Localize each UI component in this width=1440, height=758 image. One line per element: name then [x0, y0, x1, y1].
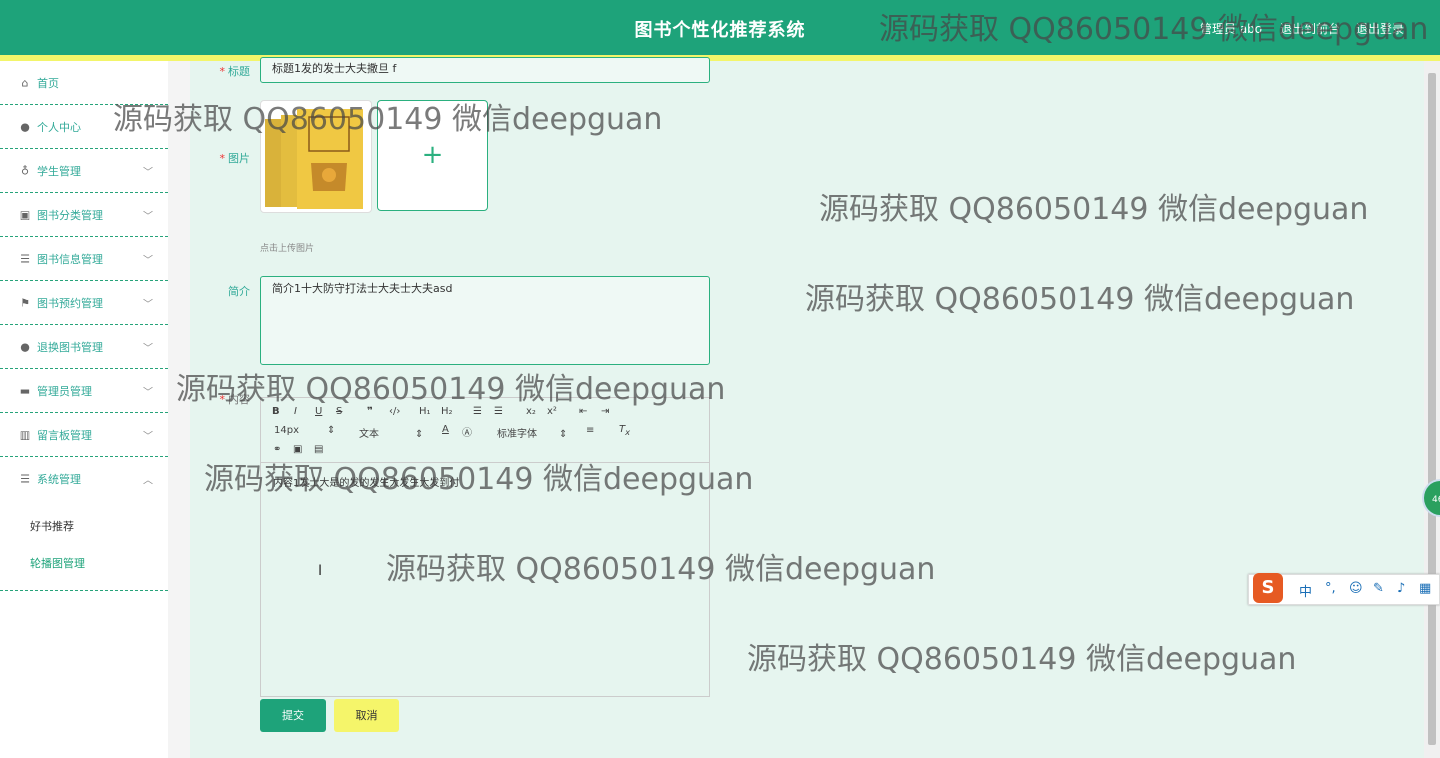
background-color-icon[interactable]: Ⓐ: [462, 424, 472, 439]
rich-text-editor[interactable]: B I U S ❞ ‹/› H₁ H₂ ☰ ☰ x₂ x² ⇤ ⇥ 14px ⇕ …: [260, 397, 710, 697]
font-size-select[interactable]: 14px ⇕: [274, 425, 335, 436]
submit-button[interactable]: 提交: [260, 699, 326, 732]
sidebar-item-book-return[interactable]: ● 退换图书管理 ﹀: [0, 325, 168, 369]
text-type-select[interactable]: 文本 ⇕: [359, 425, 423, 440]
system-submenu: 好书推荐 轮播图管理: [0, 500, 168, 591]
sidebar-item-label: 图书分类管理: [37, 208, 103, 222]
bullet-list-icon[interactable]: ☰: [494, 406, 503, 417]
plus-icon: +: [421, 140, 444, 170]
scrollbar-thumb[interactable]: [1428, 73, 1436, 745]
sidebar-item-admins[interactable]: ▬ 管理员管理 ﹀: [0, 369, 168, 413]
intro-textarea[interactable]: 简介1十大防守打法士大夫士大夫asd: [260, 276, 710, 365]
cancel-button[interactable]: 取消: [334, 699, 399, 732]
quote-icon[interactable]: ❞: [367, 406, 373, 417]
chevron-down-icon: ﹀: [143, 387, 153, 398]
current-user: 管理员 abo: [1200, 22, 1263, 36]
code-icon[interactable]: ‹/›: [389, 406, 400, 417]
sidebar-item-label: 管理员管理: [37, 384, 92, 398]
sidebar: ⌂ 首页 ● 个人中心 ♁ 学生管理 ﹀ ▣ 图书分类管理 ﹀ ☰ 图书信息管理…: [0, 61, 168, 758]
ordered-list-icon[interactable]: ☰: [473, 406, 482, 417]
sidebar-item-label: 图书预约管理: [37, 296, 103, 310]
sidebar-item-label: 留言板管理: [37, 428, 92, 442]
content-label: * 内容: [219, 393, 251, 406]
flag-icon: ⚑: [20, 296, 30, 309]
clear-format-icon[interactable]: Tx: [619, 424, 630, 437]
image-icon[interactable]: ▣: [293, 444, 302, 455]
indent-icon[interactable]: ⇥: [601, 406, 609, 417]
list-icon: ☰: [20, 252, 30, 265]
monitor-icon: ▬: [19, 384, 31, 397]
book-cover-image: [265, 109, 363, 209]
font-color-icon[interactable]: A: [442, 424, 449, 435]
text-cursor-icon: I: [318, 563, 323, 579]
editor-toolbar: B I U S ❞ ‹/› H₁ H₂ ☰ ☰ x₂ x² ⇤ ⇥ 14px ⇕ …: [261, 398, 709, 463]
top-header: 图书个性化推荐系统 管理员 abo 退出到前台 退出登录: [0, 0, 1440, 61]
microphone-icon[interactable]: ♪: [1397, 581, 1405, 596]
sidebar-item-home[interactable]: ⌂ 首页: [0, 61, 168, 105]
book-cover-thumbnail[interactable]: [260, 100, 372, 213]
italic-icon[interactable]: I: [294, 406, 297, 417]
sidebar-item-book-reservation[interactable]: ⚑ 图书预约管理 ﹀: [0, 281, 168, 325]
ime-toolbar[interactable]: S 中 °, ☺ ✎ ♪ ▦: [1248, 573, 1440, 605]
title-label: * 标题: [219, 65, 251, 78]
menu-icon: ☰: [20, 472, 30, 485]
mic-icon: ♁: [20, 164, 30, 177]
bold-icon[interactable]: B: [272, 406, 280, 417]
emoji-icon[interactable]: ☺: [1349, 581, 1363, 596]
sidebar-item-book-category[interactable]: ▣ 图书分类管理 ﹀: [0, 193, 168, 237]
sidebar-item-profile[interactable]: ● 个人中心: [0, 105, 168, 149]
home-icon: ⌂: [21, 76, 29, 89]
heading2-icon[interactable]: H₂: [441, 406, 453, 417]
chevron-down-icon: ﹀: [143, 343, 153, 354]
outdent-icon[interactable]: ⇤: [579, 406, 587, 417]
sidebar-item-messages[interactable]: ▥ 留言板管理 ﹀: [0, 413, 168, 457]
chevron-up-icon: ︿: [143, 475, 153, 486]
heading1-icon[interactable]: H₁: [419, 406, 431, 417]
sidebar-item-system[interactable]: ☰ 系统管理 ︿: [0, 457, 168, 500]
strike-icon[interactable]: S: [336, 406, 342, 417]
sidebar-item-book-info[interactable]: ☰ 图书信息管理 ﹀: [0, 237, 168, 281]
subscript-icon[interactable]: x₂: [526, 406, 536, 417]
page-scrollbar[interactable]: [1424, 61, 1440, 758]
chevron-down-icon: ﹀: [143, 299, 153, 310]
underline-icon[interactable]: U: [315, 406, 322, 417]
image-upload-button[interactable]: +: [377, 100, 488, 211]
sidebar-item-label: 个人中心: [37, 120, 81, 134]
pen-icon[interactable]: ✎: [1373, 581, 1384, 596]
grid-menu-icon[interactable]: ▦: [1419, 581, 1431, 596]
sidebar-item-label: 学生管理: [37, 164, 81, 178]
chart-icon: ▣: [19, 208, 31, 221]
user-icon: ●: [20, 120, 30, 133]
sidebar-item-students[interactable]: ♁ 学生管理 ﹀: [0, 149, 168, 193]
chevron-down-icon: ﹀: [143, 211, 153, 222]
sidebar-item-label: 首页: [37, 76, 59, 90]
logout-link[interactable]: 退出登录: [1356, 20, 1404, 37]
title-input[interactable]: 标题1发的发士大夫撒旦 f: [260, 57, 710, 83]
link-icon[interactable]: ⚭: [273, 444, 281, 455]
punctuation-icon[interactable]: °,: [1325, 581, 1336, 596]
upload-hint: 点击上传图片: [260, 244, 315, 254]
superscript-icon[interactable]: x²: [547, 406, 557, 417]
switch-frontend-link[interactable]: 退出到前台: [1280, 20, 1340, 37]
video-icon[interactable]: ▤: [314, 444, 323, 455]
editor-content[interactable]: 内容1发士大是的发的发生大发生大发到付: [273, 474, 459, 489]
chevron-down-icon: ﹀: [143, 431, 153, 442]
intro-label: 简介: [228, 285, 250, 298]
ime-logo[interactable]: S: [1253, 573, 1283, 603]
bar-chart-icon: ▥: [19, 428, 31, 441]
font-family-select[interactable]: 标准字体 ⇕: [497, 425, 567, 440]
submenu-item-recommend[interactable]: 好书推荐: [0, 508, 168, 545]
image-label: * 图片: [219, 152, 251, 165]
sidebar-item-label: 图书信息管理: [37, 252, 103, 266]
chevron-down-icon: ﹀: [143, 255, 153, 266]
submenu-item-carousel[interactable]: 轮播图管理: [0, 545, 168, 582]
chevron-down-icon: ﹀: [143, 167, 153, 178]
ime-mode[interactable]: 中: [1299, 581, 1312, 600]
sidebar-item-label: 系统管理: [37, 472, 81, 486]
sidebar-item-label: 退换图书管理: [37, 340, 103, 354]
align-icon[interactable]: ≡: [586, 425, 594, 436]
user-icon: ●: [20, 340, 30, 353]
